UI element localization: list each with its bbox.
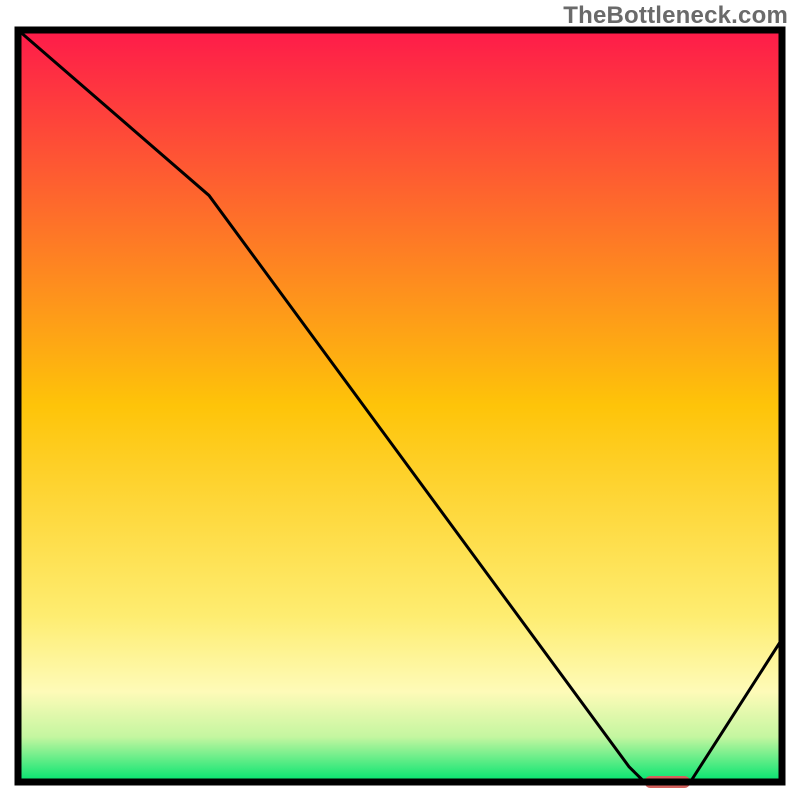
chart-background bbox=[18, 30, 782, 782]
bottleneck-chart bbox=[0, 0, 800, 800]
watermark-text: TheBottleneck.com bbox=[563, 2, 788, 30]
